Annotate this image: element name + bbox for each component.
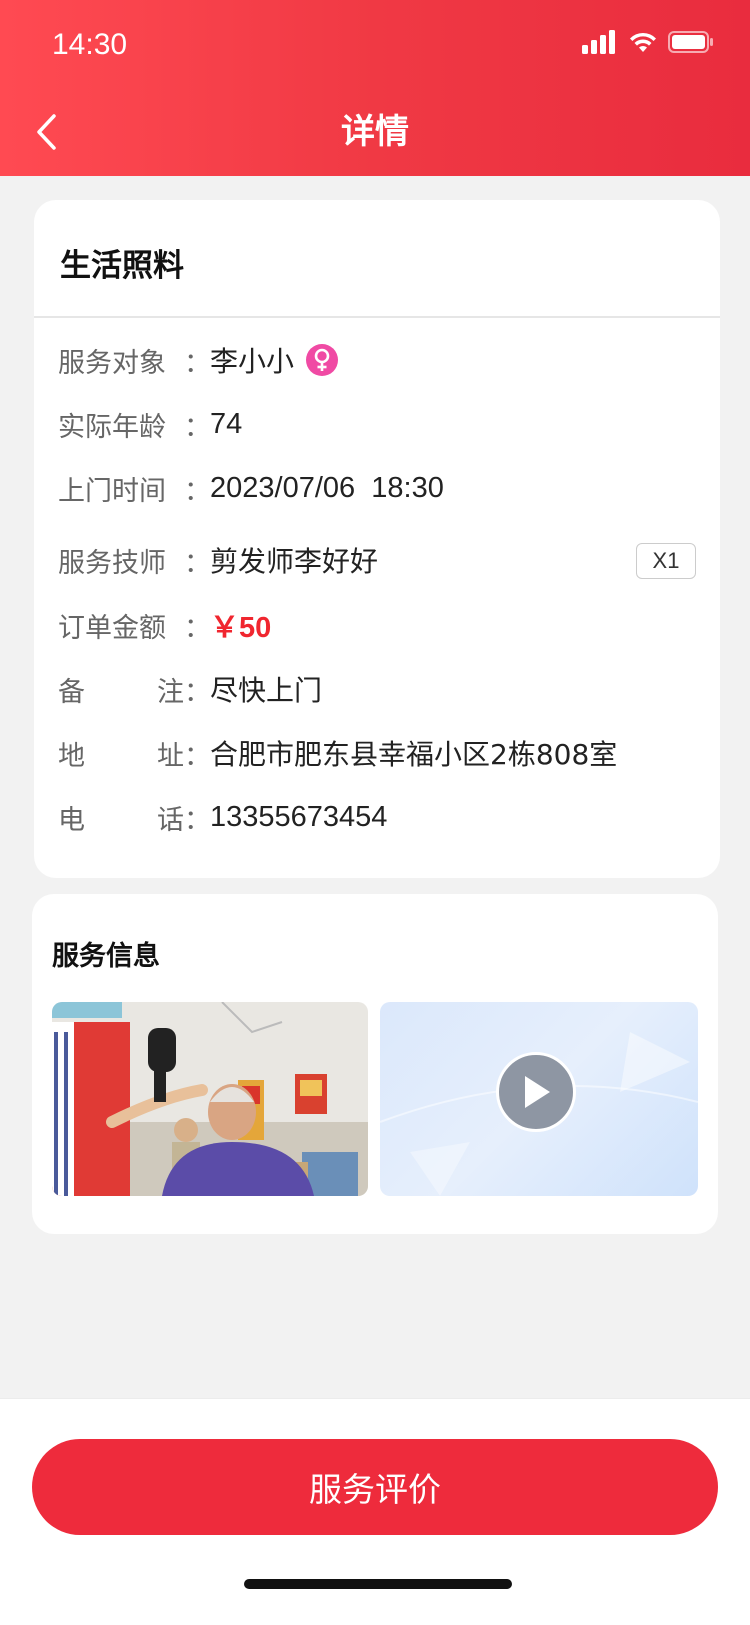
service-video[interactable] [380, 1002, 698, 1196]
app-header: 14:30 详情 [0, 0, 750, 176]
colon: ： [184, 347, 211, 379]
service-photo-image [52, 1002, 368, 1196]
cellular-signal-icon [582, 30, 615, 54]
remark-label-char-2: 注 [157, 676, 184, 708]
colon: ： [184, 547, 211, 579]
visit-time-label: 上门时间 [58, 475, 166, 507]
home-indicator[interactable] [244, 1579, 512, 1589]
service-review-button[interactable]: 服务评价 [32, 1439, 718, 1535]
visit-time-value: 2023/07/06 18:30 [210, 471, 444, 504]
address-row: 地 址 ： 合肥市肥东县幸福小区2栋808室 [58, 728, 698, 778]
phone-label-char-1: 电 [58, 804, 85, 836]
address-value: 合肥市肥东县幸福小区2栋808室 [210, 738, 618, 771]
phone-label: 电 话 [58, 798, 184, 837]
technician-value: 剪发师李好好 [210, 545, 379, 578]
status-time: 14:30 [52, 28, 128, 61]
order-detail-card: 生活照料 服务对象 ： 李小小 实际年龄 ： 74 上门时间 ： 2023/07… [34, 200, 720, 878]
service-info-title: 服务信息 [52, 941, 160, 972]
remark-label-char-1: 备 [58, 676, 85, 708]
battery-icon [668, 31, 713, 53]
remark-value: 尽快上门 [210, 674, 323, 707]
address-label-char-2: 址 [157, 740, 184, 772]
client-label: 服务对象 [58, 347, 166, 379]
age-row: 实际年龄 ： 74 [58, 399, 698, 449]
quantity-badge: X1 [636, 543, 696, 579]
service-photo[interactable] [52, 1002, 368, 1196]
client-value: 李小小 [210, 345, 295, 378]
service-info-card: 服务信息 [32, 894, 718, 1234]
wifi-icon [630, 32, 656, 52]
status-icons [582, 30, 714, 54]
client-row: 服务对象 ： 李小小 [58, 335, 698, 385]
colon: ： [184, 804, 211, 836]
colon: ： [184, 411, 211, 443]
card-divider [34, 316, 720, 318]
colon: ： [184, 612, 211, 644]
visit-time-row: 上门时间 ： 2023/07/06 18:30 [58, 463, 698, 513]
remark-row: 备 注 ： 尽快上门 [58, 664, 698, 714]
play-icon [525, 1076, 550, 1108]
play-button[interactable] [496, 1052, 576, 1132]
age-label: 实际年龄 [58, 411, 166, 443]
colon: ： [184, 740, 211, 772]
colon: ： [184, 676, 211, 708]
remark-label: 备 注 [58, 670, 184, 709]
amount-value: ￥50 [210, 612, 272, 644]
service-name: 生活照料 [60, 248, 184, 284]
page-title: 详情 [341, 112, 409, 152]
colon: ： [184, 475, 211, 507]
address-label: 地 址 [58, 734, 184, 773]
amount-row: 订单金额 ： ￥50 [58, 600, 698, 650]
phone-label-char-2: 话 [157, 804, 184, 836]
phone-value[interactable]: 13355673454 [210, 801, 387, 834]
female-icon [306, 344, 339, 376]
amount-label: 订单金额 [58, 612, 166, 644]
bottom-action-bar: 服务评价 [0, 1398, 750, 1625]
phone-row: 电 话 ： 13355673454 [58, 792, 698, 842]
technician-label: 服务技师 [58, 547, 166, 579]
address-label-char-1: 地 [58, 740, 85, 772]
age-value: 74 [210, 407, 243, 440]
technician-row: 服务技师 ： 剪发师李好好 [58, 535, 698, 585]
